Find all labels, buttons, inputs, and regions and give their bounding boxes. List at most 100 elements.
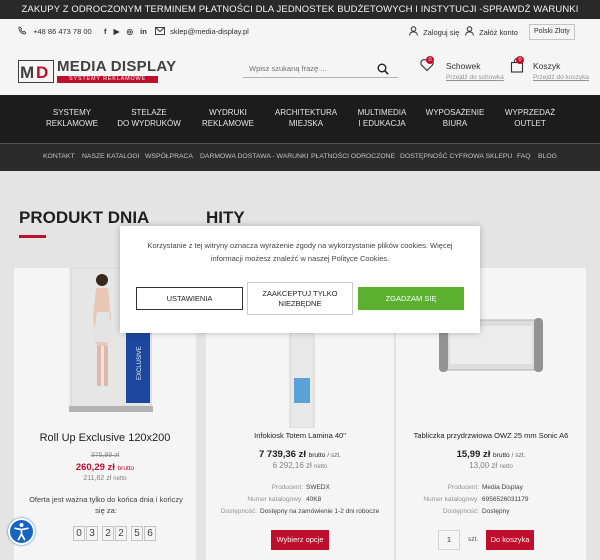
subnav-darmowa-dostawa[interactable]: DARMOWA DOSTAWA - WARUNKI <box>200 153 308 160</box>
product-name[interactable]: Tabliczka przydrzwiowa OWZ 25 mm Sonic A… <box>396 431 586 440</box>
subnav-wspolpraca[interactable]: WSPÓŁPRACA <box>145 153 193 160</box>
mail-icon <box>155 27 165 35</box>
register-text: Załóż konto <box>479 28 518 37</box>
facebook-icon[interactable]: f <box>104 27 107 36</box>
product-details: Producent: Media Display Numer katalogowy… <box>396 482 586 518</box>
detail-label: Numer katalogowy: <box>247 496 303 503</box>
subnav-blog[interactable]: BLOG <box>538 153 557 160</box>
deal-price: 260,29 zł brutto <box>14 462 196 473</box>
deal-price-value: 260,29 zł <box>75 462 115 473</box>
nav-label: ARCHITEKTURA <box>274 108 338 117</box>
product-net: 6 292,16 zł netto <box>206 461 394 470</box>
deal-product-name[interactable]: Roll Up Exclusive 120x200 <box>14 432 196 444</box>
countdown-digit: 5 <box>131 526 143 541</box>
main-nav: SYSTEMY REKLAMOWE STELAŻE DO WYDRUKÓW WYDR… <box>0 95 600 144</box>
nav-item-architektura[interactable]: ARCHITEKTURA MIEJSKA <box>266 107 346 129</box>
cart-link[interactable]: Przejdź do koszyka <box>533 74 589 81</box>
cookie-dialog: Korzystanie z tej witryny oznacza wyraże… <box>120 226 480 333</box>
cart-label[interactable]: Koszyk <box>533 61 560 71</box>
detail-producer[interactable]: SWEDX <box>306 482 330 494</box>
brand-name[interactable]: MEDIA DISPLAY <box>57 59 176 75</box>
quantity-input[interactable]: 1 <box>438 530 460 550</box>
header: M D MEDIA DISPLAY SYSTEMY REKLAMOWE 0 Sc… <box>0 47 600 95</box>
product-price-suffix: brutto <box>493 452 510 459</box>
search-icon[interactable] <box>377 63 389 75</box>
svg-text:D: D <box>36 63 48 82</box>
nav-item-stelaze[interactable]: STELAŻE DO WYDRUKÓW <box>109 107 189 129</box>
brand-tagline: SYSTEMY REKLAMOWE <box>57 76 158 83</box>
user-plus-icon <box>465 26 474 36</box>
logo-mark: M D <box>18 60 54 83</box>
product-price-value: 15,99 zł <box>456 449 491 460</box>
subnav-faq[interactable]: FAQ <box>517 153 531 160</box>
cookie-settings-button[interactable]: USTAWIENIA <box>136 287 243 310</box>
social-links: f ▶ ◎ in <box>104 26 147 38</box>
nav-label: MIEJSKA <box>288 119 324 128</box>
user-icon <box>409 26 418 36</box>
nav-item-wydruki[interactable]: WYDRUKI REKLAMOWE <box>188 107 268 129</box>
cart[interactable]: 0 <box>510 56 524 75</box>
phone-text: +48 86 473 78 00 <box>33 27 92 36</box>
detail-label: Producent: <box>447 484 479 491</box>
subnav-dostepnosc[interactable]: DOSTĘPNOŚĆ CYFROWA SKLEPU <box>400 153 512 160</box>
nav-label: STELAŻE <box>131 108 167 117</box>
accessibility-button[interactable] <box>8 518 35 545</box>
cookie-accept-button[interactable]: ZGADZAM SIĘ <box>358 287 464 310</box>
add-to-cart-button[interactable]: Do koszyka <box>486 530 534 550</box>
email-link[interactable]: sklep@media-display.pl <box>155 26 249 38</box>
nav-label: WYPOSAŻENIE <box>425 108 485 117</box>
nav-item-wyposazenie[interactable]: WYPOSAŻENIE BIURA <box>415 107 495 129</box>
register-link[interactable]: Załóż konto <box>465 26 518 39</box>
wishlist[interactable]: 0 <box>420 56 434 74</box>
product-price: 7 739,36 zł brutto / szt. <box>206 449 394 460</box>
currency-select[interactable]: Polski Złoty <box>529 24 575 40</box>
instagram-icon[interactable]: ◎ <box>126 27 133 36</box>
currency-value: Polski Złoty <box>534 28 570 35</box>
deal-price-suffix: brutto <box>117 465 135 472</box>
logo[interactable]: M D <box>18 60 54 85</box>
countdown-digit: 3 <box>86 526 98 541</box>
login-link[interactable]: Zaloguj się <box>409 26 459 39</box>
search-box <box>243 60 398 78</box>
detail-producer[interactable]: Media Display <box>482 482 523 494</box>
subnav-platnosci[interactable]: PŁATNOŚCI ODROCZONE <box>311 153 395 160</box>
nav-label: BIURA <box>442 119 468 128</box>
product-name[interactable]: Infokiosk Totem Lamina 40" <box>206 431 394 440</box>
nav-label: WYDRUKI <box>209 108 247 117</box>
deal-net: 211,62 zł netto <box>14 475 196 482</box>
detail-availability: Dostępny <box>482 508 510 515</box>
nav-item-systemy[interactable]: SYSTEMY REKLAMOWE <box>32 107 112 129</box>
nav-label: I EDUKACJA <box>358 119 406 128</box>
phone-icon <box>18 26 27 35</box>
nav-item-wyprzedaz[interactable]: WYPRZEDAŻ OUTLET <box>490 107 570 129</box>
section-underline <box>19 235 46 238</box>
email-text: sklep@media-display.pl <box>170 27 249 36</box>
nav-label: WYPRZEDAŻ <box>504 108 556 117</box>
phone-link[interactable]: +48 86 473 78 00 <box>18 26 92 38</box>
choose-options-button[interactable]: Wybierz opcje <box>271 530 329 550</box>
search-input[interactable] <box>243 60 368 77</box>
youtube-icon[interactable]: ▶ <box>114 27 120 36</box>
cart-count: 0 <box>516 56 524 64</box>
promo-bar[interactable]: ZAKUPY Z ODROCZONYM TERMINEM PŁATNOŚCI D… <box>0 0 600 19</box>
promo-text[interactable]: ZAKUPY Z ODROCZONYM TERMINEM PŁATNOŚCI D… <box>22 4 579 15</box>
subnav-kontakt[interactable]: KONTAKT <box>43 153 75 160</box>
wishlist-label[interactable]: Schowek <box>446 61 481 71</box>
accessibility-icon <box>14 523 29 541</box>
linkedin-icon[interactable]: in <box>140 27 147 36</box>
rollup-print-text: EXCLUSIVE <box>137 346 143 380</box>
detail-availability: Dostępny na zamówienie 1-2 dni robocze <box>260 508 380 515</box>
deal-old-price: 375,99 zł <box>90 452 120 459</box>
cookie-necessary-button[interactable]: ZAAKCEPTUJ TYLKO NIEZBĘDNE <box>247 282 353 315</box>
wishlist-link[interactable]: Przejdź do schowka <box>446 74 504 81</box>
product-net-suffix: netto <box>314 464 328 470</box>
wishlist-count: 0 <box>426 56 434 64</box>
product-unit: / szt. <box>511 452 526 459</box>
nav-item-multimedia[interactable]: MULTIMEDIA I EDUKACJA <box>342 107 422 129</box>
subnav-katalogi[interactable]: NASZE KATALOGI <box>82 153 140 160</box>
nav-label: MULTIMEDIA <box>357 108 407 117</box>
countdown-digit: 2 <box>102 526 114 541</box>
login-text: Zaloguj się <box>423 28 460 37</box>
nav-label: SYSTEMY <box>52 108 92 117</box>
product-price-value: 7 739,36 zł <box>258 449 306 460</box>
